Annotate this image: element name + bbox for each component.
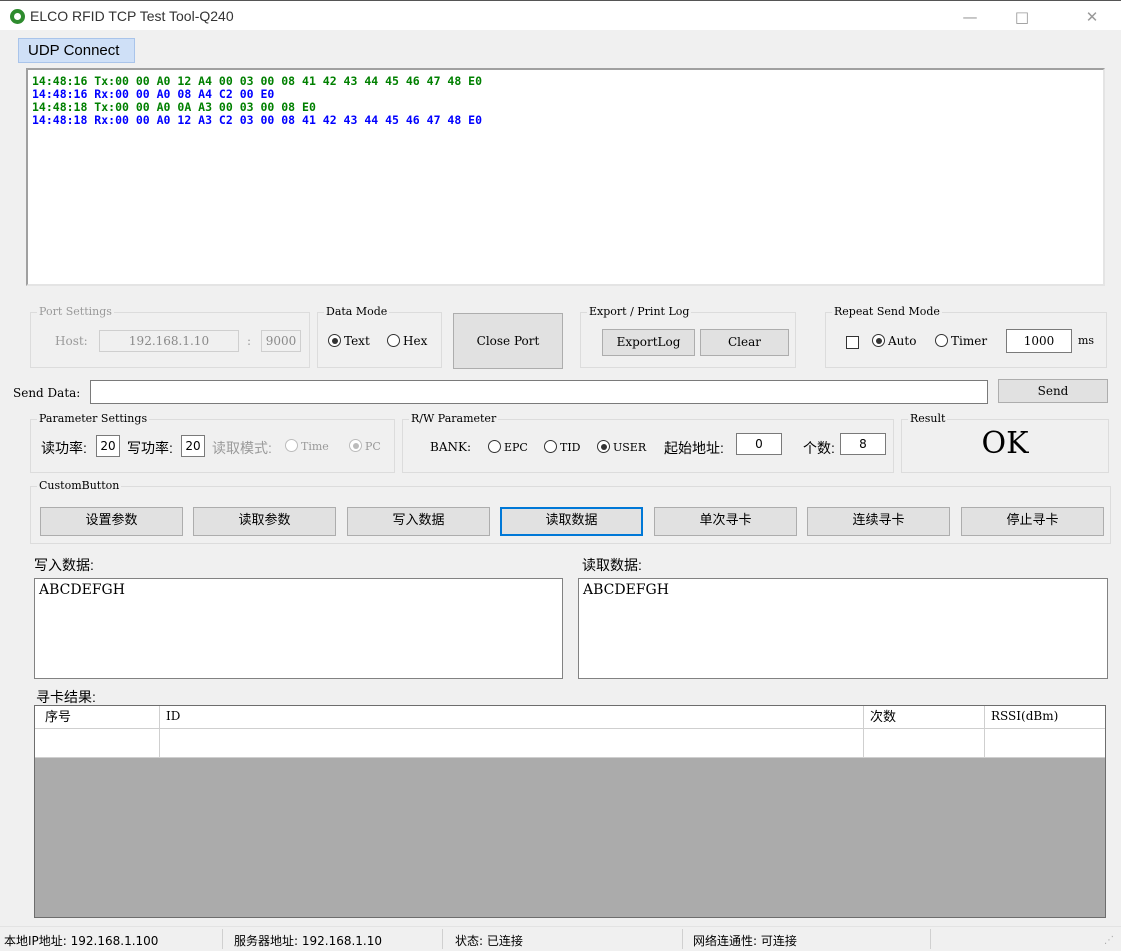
tab-udp-connect[interactable]: UDP Connect — [18, 38, 135, 63]
clear-log-button[interactable]: Clear — [700, 329, 789, 356]
write-data-label: 写入数据: — [34, 557, 94, 573]
parameter-settings-title: Parameter Settings — [37, 412, 150, 426]
data-mode-group: Data Mode Text Hex — [317, 305, 442, 368]
port-colon: : — [247, 334, 252, 348]
status-divider — [930, 929, 931, 949]
radio-checked-icon — [597, 440, 610, 453]
close-port-button[interactable]: Close Port — [453, 313, 563, 369]
window-title: ELCO RFID TCP Test Tool-Q240 — [30, 8, 234, 24]
bank-epc-radio[interactable]: EPC — [488, 440, 528, 454]
port-input[interactable]: 9000 — [261, 330, 301, 352]
close-icon[interactable]: ✕ — [1072, 5, 1112, 29]
data-mode-hex-radio[interactable]: Hex — [387, 334, 427, 348]
bank-tid-radio[interactable]: TID — [544, 440, 581, 454]
status-divider — [682, 929, 683, 949]
result-title: Result — [908, 412, 948, 426]
custom-button-title: CustomButton — [37, 479, 122, 493]
radio-checked-icon — [872, 334, 885, 347]
send-data-label: Send Data: — [13, 386, 81, 400]
count-label: 个数: — [803, 440, 835, 456]
repeat-auto-radio[interactable]: Auto — [872, 334, 916, 348]
table-cell — [160, 729, 864, 757]
radio-checked-icon — [349, 439, 362, 452]
host-input[interactable]: 192.168.1.10 — [99, 330, 239, 352]
radio-checked-icon — [328, 334, 341, 347]
log-line: 14:48:18 Rx:00 00 A0 12 A3 C2 03 00 08 4… — [32, 113, 483, 127]
read-params-button[interactable]: 读取参数 — [193, 507, 336, 536]
continuous-scan-button[interactable]: 连续寻卡 — [807, 507, 950, 536]
minimize-icon[interactable]: — — [950, 5, 990, 29]
start-address-input[interactable]: 0 — [736, 433, 782, 455]
status-server-address: 服务器地址: 192.168.1.10 — [234, 934, 383, 948]
write-data-textarea[interactable]: ABCDEFGH — [34, 578, 563, 679]
search-results-table[interactable]: 序号 ID 次数 RSSI(dBm) — [34, 705, 1106, 918]
export-log-title: Export / Print Log — [587, 305, 692, 319]
radio-unchecked-icon — [935, 334, 948, 347]
parameter-settings-group: Parameter Settings 读功率: 20 写功率: 20 读取模式:… — [30, 412, 395, 473]
column-header-id[interactable]: ID — [160, 706, 864, 728]
status-connection-state: 状态: 已连接 — [455, 934, 523, 948]
repeat-interval-input[interactable]: 1000 — [1006, 329, 1072, 353]
set-params-button[interactable]: 设置参数 — [40, 507, 183, 536]
bank-label: BANK: — [430, 440, 471, 454]
start-address-label: 起始地址: — [664, 440, 724, 456]
rw-parameter-title: R/W Parameter — [409, 412, 499, 426]
status-divider — [442, 929, 443, 949]
stop-scan-button[interactable]: 停止寻卡 — [961, 507, 1104, 536]
result-value: OK — [981, 426, 1029, 461]
table-cell — [864, 729, 985, 757]
radio-unchecked-icon — [488, 440, 501, 453]
read-data-button[interactable]: 读取数据 — [500, 507, 643, 536]
data-mode-text-radio[interactable]: Text — [328, 334, 370, 348]
send-button[interactable]: Send — [998, 379, 1108, 403]
port-settings-title: Port Settings — [37, 305, 114, 319]
read-power-label: 读功率: — [41, 440, 87, 456]
count-input[interactable]: 8 — [840, 433, 886, 455]
port-settings-group: Port Settings Host: 192.168.1.10 : 9000 — [30, 305, 310, 368]
table-cell — [985, 729, 1105, 757]
table-row[interactable] — [35, 729, 1105, 758]
repeat-interval-unit: ms — [1078, 334, 1095, 347]
column-header-count[interactable]: 次数 — [864, 706, 985, 728]
radio-unchecked-icon — [285, 439, 298, 452]
repeat-send-checkbox[interactable] — [846, 336, 859, 349]
write-data-button[interactable]: 写入数据 — [347, 507, 490, 536]
write-power-input[interactable]: 20 — [181, 435, 205, 457]
read-mode-pc-radio[interactable]: PC — [349, 439, 381, 453]
result-group: Result OK — [901, 412, 1109, 473]
table-header: 序号 ID 次数 RSSI(dBm) — [35, 706, 1105, 729]
table-cell — [35, 729, 160, 757]
maximize-icon[interactable]: □ — [1002, 5, 1042, 29]
search-results-label: 寻卡结果: — [36, 689, 96, 705]
repeat-send-title: Repeat Send Mode — [832, 305, 942, 319]
status-network: 网络连通性: 可连接 — [693, 934, 797, 948]
single-scan-button[interactable]: 单次寻卡 — [654, 507, 797, 536]
column-header-rssi[interactable]: RSSI(dBm) — [985, 706, 1105, 728]
read-data-textarea[interactable]: ABCDEFGH — [578, 578, 1108, 679]
status-divider — [222, 929, 223, 949]
resize-grip-icon[interactable]: ⋰ — [1104, 935, 1114, 946]
status-bar: 本地IP地址: 192.168.1.100 服务器地址: 192.168.1.1… — [0, 926, 1121, 951]
app-logo-icon — [10, 9, 25, 24]
bank-user-radio[interactable]: USER — [597, 440, 646, 454]
data-mode-title: Data Mode — [324, 305, 390, 319]
host-label: Host: — [55, 334, 88, 348]
rw-parameter-group: R/W Parameter BANK: EPC TID USER 起始地址: 0… — [402, 412, 894, 473]
communication-log[interactable]: 14:48:16 Tx:00 00 A0 12 A4 00 03 00 08 4… — [26, 68, 1105, 286]
column-header-index[interactable]: 序号 — [35, 706, 160, 728]
title-bar: ELCO RFID TCP Test Tool-Q240 — □ ✕ — [0, 0, 1121, 30]
radio-unchecked-icon — [544, 440, 557, 453]
read-mode-time-radio[interactable]: Time — [285, 439, 329, 453]
radio-unchecked-icon — [387, 334, 400, 347]
read-data-label: 读取数据: — [582, 557, 642, 573]
export-log-button[interactable]: ExportLog — [602, 329, 695, 356]
export-log-group: Export / Print Log ExportLog Clear — [580, 305, 796, 368]
read-power-input[interactable]: 20 — [96, 435, 120, 457]
status-local-ip: 本地IP地址: 192.168.1.100 — [4, 934, 159, 948]
read-mode-label: 读取模式: — [212, 440, 272, 456]
write-power-label: 写功率: — [127, 440, 173, 456]
repeat-send-group: Repeat Send Mode Auto Timer 1000 ms — [825, 305, 1107, 368]
send-data-input[interactable] — [90, 380, 988, 404]
repeat-timer-radio[interactable]: Timer — [935, 334, 987, 348]
